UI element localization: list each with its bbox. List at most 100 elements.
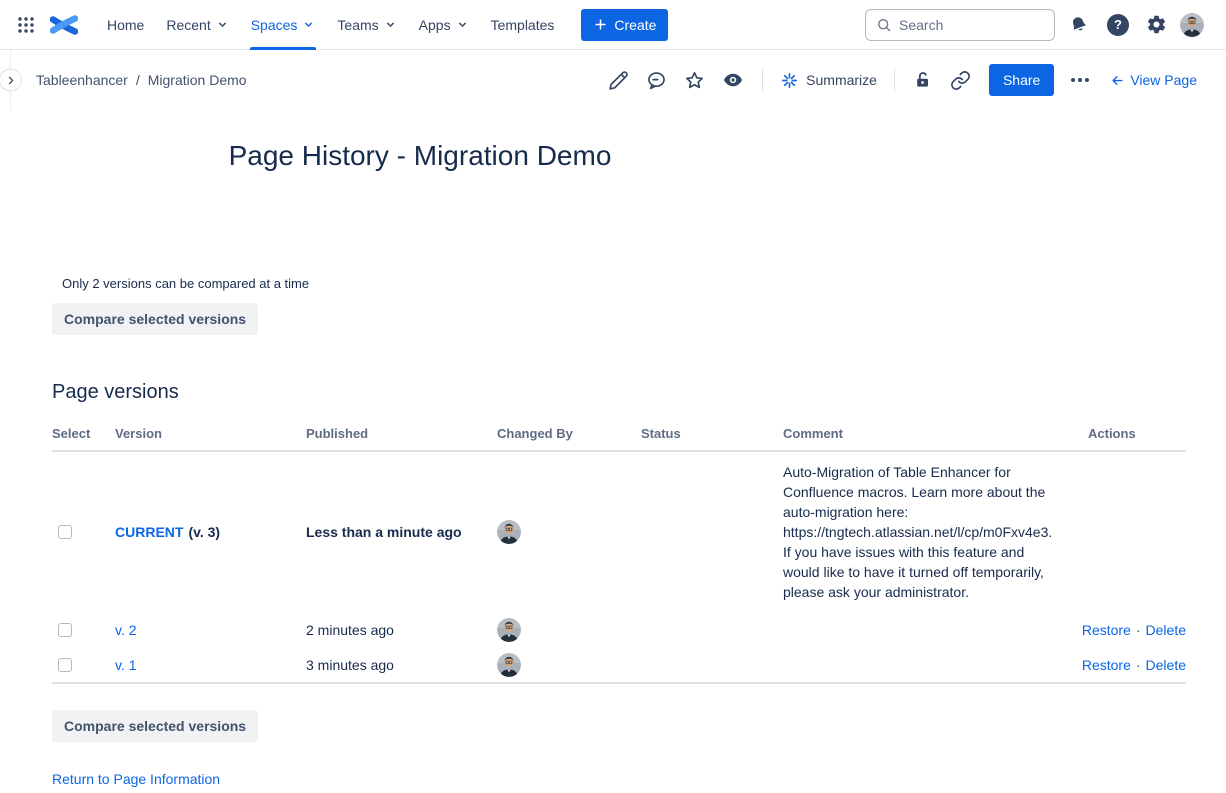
nav-item-label: Templates: [491, 17, 555, 33]
chevron-down-icon: [456, 18, 469, 31]
table-row-actions-cell: Restore · Delete: [1088, 648, 1186, 684]
chevron-down-icon: [216, 18, 229, 31]
nav-item-recent[interactable]: Recent: [155, 0, 239, 50]
return-to-page-information-link[interactable]: Return to Page Information: [52, 771, 220, 787]
published-time: 3 minutes ago: [306, 657, 394, 673]
search-box: [865, 9, 1055, 41]
version-checkbox[interactable]: [58, 658, 72, 672]
table-row-version-cell: v. 2: [115, 612, 306, 648]
breadcrumb-space-link[interactable]: Tableenhancer: [36, 72, 128, 88]
comment-icon: [646, 70, 667, 91]
search-icon: [876, 17, 892, 33]
version-link-current[interactable]: CURRENT: [115, 524, 183, 540]
help-button[interactable]: ?: [1103, 10, 1133, 40]
ellipsis-icon: [1071, 78, 1089, 82]
notifications-button[interactable]: [1064, 10, 1094, 40]
breadcrumb: Tableenhancer / Migration Demo: [36, 72, 247, 88]
sidebar-expand-button[interactable]: [0, 69, 22, 92]
gear-icon: [1146, 14, 1167, 35]
table-row-status-cell: [641, 612, 783, 648]
breadcrumb-page-link[interactable]: Migration Demo: [148, 72, 247, 88]
app-switcher-button[interactable]: [12, 11, 40, 39]
compare-selected-versions-button-bottom[interactable]: Compare selected versions: [52, 710, 258, 742]
published-time: 2 minutes ago: [306, 622, 394, 638]
breadcrumb-separator: /: [136, 72, 140, 88]
pencil-icon: [608, 70, 629, 91]
create-button[interactable]: Create: [581, 9, 668, 41]
restore-link[interactable]: Restore: [1082, 622, 1131, 638]
delete-link[interactable]: Delete: [1146, 657, 1186, 673]
chevron-down-icon: [302, 18, 315, 31]
column-header-version: Version: [115, 418, 306, 452]
versions-table: Select Version Published Changed By Stat…: [52, 418, 1186, 684]
page-versions-heading: Page versions: [52, 381, 1186, 404]
top-navigation-bar: Home Recent Spaces Teams Apps: [0, 0, 1226, 50]
table-row-select-cell: [52, 452, 115, 612]
table-row-changed-by-cell: [497, 612, 641, 648]
more-actions-button[interactable]: [1065, 72, 1095, 88]
share-button[interactable]: Share: [989, 64, 1054, 96]
table-row-select-cell: [52, 648, 115, 684]
table-row-version-cell: CURRENT (v. 3): [115, 452, 306, 612]
compare-selected-versions-button-top[interactable]: Compare selected versions: [52, 303, 258, 335]
nav-item-label: Apps: [419, 17, 451, 33]
confluence-logo[interactable]: [50, 13, 78, 37]
page-content: Page History - Migration Demo Only 2 ver…: [0, 136, 1226, 789]
version-link-v2[interactable]: v. 2: [115, 622, 137, 638]
table-row-status-cell: [641, 452, 783, 612]
version-checkbox[interactable]: [58, 525, 72, 539]
restore-link[interactable]: Restore: [1082, 657, 1131, 673]
toolbar-divider: [894, 69, 895, 91]
restrictions-button[interactable]: [908, 65, 938, 95]
user-avatar[interactable]: [1180, 13, 1204, 37]
primary-nav: Home Recent Spaces Teams Apps: [96, 0, 565, 50]
nav-item-templates[interactable]: Templates: [480, 0, 566, 50]
copy-link-button[interactable]: [945, 65, 976, 96]
summarize-button[interactable]: Summarize: [776, 67, 881, 94]
changed-by-avatar: [497, 653, 521, 677]
version-comment: Auto-Migration of Table Enhancer for Con…: [783, 462, 1052, 602]
view-page-link[interactable]: View Page: [1110, 72, 1197, 88]
search-input[interactable]: [899, 17, 1044, 33]
view-page-label: View Page: [1130, 72, 1197, 88]
eye-icon: [722, 69, 744, 91]
table-row-comment-cell: [783, 648, 1088, 684]
nav-item-teams[interactable]: Teams: [326, 0, 407, 50]
table-row-published-cell: 3 minutes ago: [306, 648, 497, 684]
nav-item-spaces[interactable]: Spaces: [240, 0, 327, 50]
star-icon: [684, 70, 705, 91]
version-number: (v. 3): [188, 524, 220, 540]
table-row-actions-cell: [1088, 452, 1186, 612]
bell-icon: [1068, 14, 1090, 36]
column-header-status: Status: [641, 418, 783, 452]
changed-by-avatar: [497, 520, 521, 544]
help-icon: ?: [1107, 14, 1129, 36]
page-toolbar: Summarize Share View Page: [603, 64, 1197, 96]
table-row-status-cell: [641, 648, 783, 684]
nav-item-label: Spaces: [251, 17, 298, 33]
published-time: Less than a minute ago: [306, 524, 462, 540]
chevron-down-icon: [384, 18, 397, 31]
table-row-published-cell: 2 minutes ago: [306, 612, 497, 648]
grid-icon: [16, 15, 36, 35]
nav-item-label: Teams: [337, 17, 378, 33]
nav-item-apps[interactable]: Apps: [408, 0, 480, 50]
toolbar-divider: [762, 69, 763, 91]
settings-button[interactable]: [1142, 10, 1171, 39]
edit-button[interactable]: [603, 65, 634, 96]
column-header-changed-by: Changed By: [497, 418, 641, 452]
summarize-label: Summarize: [806, 72, 877, 88]
plus-icon: [593, 17, 608, 32]
table-row-comment-cell: Auto-Migration of Table Enhancer for Con…: [783, 452, 1088, 612]
column-header-comment: Comment: [783, 418, 1088, 452]
version-checkbox[interactable]: [58, 623, 72, 637]
column-header-select: Select: [52, 418, 115, 452]
nav-item-home[interactable]: Home: [96, 0, 155, 50]
watch-button[interactable]: [717, 64, 749, 96]
version-link-v1[interactable]: v. 1: [115, 657, 137, 673]
delete-link[interactable]: Delete: [1146, 622, 1186, 638]
column-header-published: Published: [306, 418, 497, 452]
comments-button[interactable]: [641, 65, 672, 96]
actions-separator: ·: [1136, 657, 1141, 673]
favorite-button[interactable]: [679, 65, 710, 96]
